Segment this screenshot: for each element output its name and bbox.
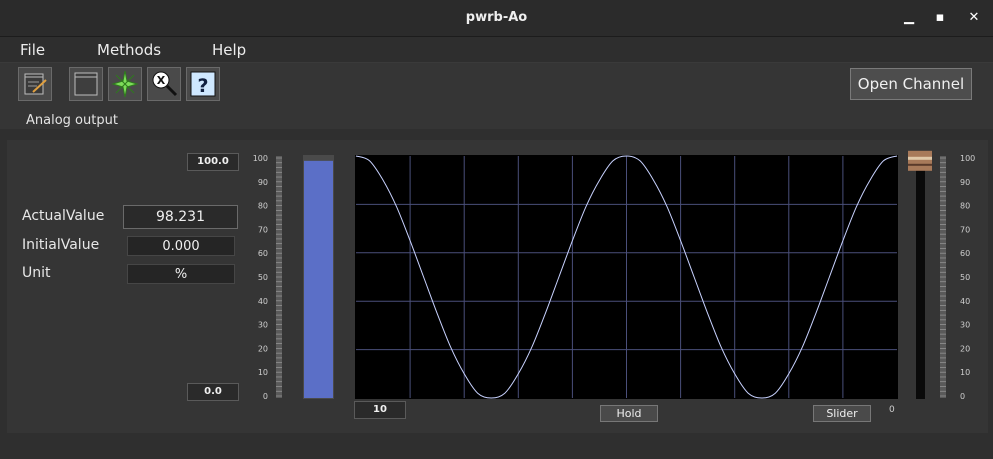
right-scale-tick-label: 30: [960, 321, 970, 330]
right-scale-tick-label: 60: [960, 249, 970, 258]
right-scale-tick-label: 50: [960, 273, 970, 282]
right-scale-tick-label: 10: [960, 368, 970, 377]
right-scale-tick-label: 40: [960, 297, 970, 306]
right-scale-tick-label: 90: [960, 178, 970, 187]
right-scale-tick-label: 70: [960, 225, 970, 234]
slider-min-label: 0: [889, 405, 895, 415]
left-scale-tick-label: 40: [258, 297, 268, 306]
trend-graphics: 1009080706050403020100 10090807060504030…: [253, 150, 975, 401]
slider-button[interactable]: Slider: [813, 405, 871, 422]
right-scale-tick-label: 20: [960, 344, 970, 353]
left-scale-tick-label: 0: [263, 392, 268, 401]
left-scale-tick-label: 70: [258, 225, 268, 234]
time-range-field[interactable]: 10: [354, 401, 406, 419]
left-scale-tick-label: 80: [258, 202, 268, 211]
left-scale-tick-label: 60: [258, 249, 268, 258]
left-scale-tick-label: 100: [253, 154, 268, 163]
right-scale-tick-label: 0: [960, 392, 965, 401]
bar-fill: [304, 160, 333, 398]
right-scale-tick-label: 80: [960, 202, 970, 211]
left-scale-tick-label: 30: [258, 321, 268, 330]
hold-button[interactable]: Hold: [600, 405, 658, 422]
slider-knob[interactable]: [908, 150, 932, 171]
left-scale-tick-label: 20: [258, 344, 268, 353]
left-scale-tick-label: 50: [258, 273, 268, 282]
left-scale-tick-label: 10: [258, 368, 268, 377]
right-scale-tick-label: 100: [960, 154, 975, 163]
left-scale-tick-label: 90: [258, 178, 268, 187]
slider-track: [916, 156, 925, 399]
